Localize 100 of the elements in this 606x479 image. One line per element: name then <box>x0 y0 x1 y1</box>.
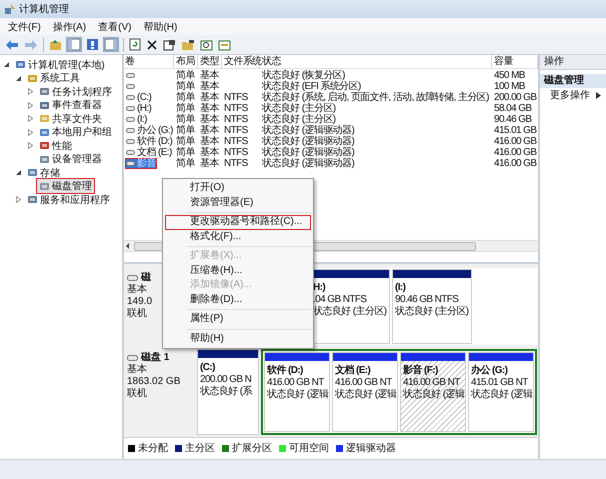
tree-item[interactable]: 服务和应用程序 <box>24 192 113 208</box>
collapsed-arrow-icon[interactable] <box>27 115 34 122</box>
table-cell[interactable]: (I:) <box>125 114 148 125</box>
folder-up-icon[interactable] <box>49 38 62 50</box>
tree-item[interactable]: 系统工具 <box>24 70 83 86</box>
collapsed-arrow-icon[interactable] <box>27 102 34 109</box>
table-cell: NTFS <box>224 92 248 103</box>
tree-item[interactable]: 设备管理器 <box>36 151 105 168</box>
collapsed-arrow-icon[interactable] <box>27 142 34 150</box>
tree-item[interactable]: 存储 <box>24 164 63 181</box>
tree-item[interactable]: 任务计划程序 <box>36 84 115 100</box>
table-cell-text: 简单 <box>175 92 196 103</box>
expanded-arrow-icon[interactable] <box>15 74 22 82</box>
table-cell-text: 基本 <box>199 125 220 136</box>
column-header[interactable]: 卷 <box>124 55 174 68</box>
close-icon[interactable] <box>146 38 158 50</box>
table-cell-text: 90.46 GB <box>493 114 532 125</box>
table-cell-text: 状态良好 (主分区) <box>261 114 336 125</box>
tree-item[interactable]: 计算机管理(本地) <box>12 56 108 73</box>
partition-size: 416.00 GB NT <box>266 377 324 388</box>
expanded-arrow-icon[interactable] <box>15 169 22 176</box>
table-cell-text: 416.00 GB <box>493 147 538 158</box>
column-header[interactable]: 文件系统 <box>222 55 260 68</box>
collapsed-arrow-icon[interactable] <box>27 88 34 96</box>
disk-size: 1863.02 GB <box>127 376 180 388</box>
menu-item[interactable]: 格式化(F)... <box>165 230 311 244</box>
table-cell[interactable]: 办公 (G:) <box>125 125 174 136</box>
table-cell-text: 基本 <box>199 81 220 92</box>
expanded-arrow-icon[interactable] <box>3 61 10 68</box>
panel-icon[interactable] <box>67 38 81 51</box>
table-cell-text: 基本 <box>199 103 220 114</box>
partition-name: 软件 (D:) <box>266 365 303 377</box>
menu-item[interactable]: 属性(P) <box>165 312 311 326</box>
table-cell-text: 简单 <box>175 81 196 92</box>
legend-label: 逻辑驱动器 <box>346 442 396 455</box>
menu-item[interactable]: 删除卷(D)... <box>165 292 311 307</box>
actions-section[interactable]: 磁盘管理 <box>540 74 606 88</box>
disk-status: 联机 <box>127 388 147 400</box>
scroll-left-arrow-icon[interactable] <box>124 242 132 250</box>
back-arrow-icon[interactable] <box>5 38 19 50</box>
partition-block[interactable]: 影音 (F:) 416.00 GB NT 状态良好 (逻辑 <box>400 352 466 432</box>
column-header[interactable]: 类型 <box>198 55 222 68</box>
menu-item[interactable]: 打开(O) <box>165 181 311 196</box>
partition-status: 状态良好 (主分区) <box>394 306 468 318</box>
table-cell-text: 简单 <box>175 125 196 136</box>
tree-item[interactable]: 本地用户和组 <box>36 124 115 140</box>
partition-block[interactable]: 软件 (D:) 416.00 GB NT 状态良好 (逻辑 <box>264 352 330 432</box>
table-cell-text: 基本 <box>199 147 220 158</box>
table-cell[interactable]: 软件 (D:) <box>125 136 174 147</box>
partition-status: 状态良好 (系 <box>199 386 252 398</box>
table-cell[interactable] <box>125 81 136 92</box>
menu-item[interactable]: 操作(A) <box>52 20 86 34</box>
partition-name: 影音 (F:) <box>402 365 438 377</box>
partition-block[interactable]: (I:) 90.46 GB NTFS 状态良好 (主分区) <box>392 269 472 344</box>
menu-item[interactable]: 资源管理器(E) <box>165 196 311 210</box>
table-cell[interactable]: (H:) <box>125 103 152 114</box>
menu-item[interactable]: 压缩卷(H)... <box>165 264 311 278</box>
menu-item[interactable]: 更改驱动器号和路径(C)... <box>165 215 311 230</box>
disk-size: 149.0 <box>127 296 152 308</box>
partition-name: (C:) <box>199 362 215 374</box>
refresh-icon[interactable] <box>129 38 141 51</box>
partition-block[interactable]: 文档 (E:) 416.00 GB NT 状态良好 (逻辑 <box>332 352 398 432</box>
partition-block[interactable]: 办公 (G:) 415.01 GB NT 状态良好 (逻辑 <box>468 352 534 432</box>
table-cell-text: 简单 <box>175 70 196 81</box>
table-cell[interactable]: 文档 (E:) <box>125 147 173 158</box>
tree-item[interactable]: 事件查看器 <box>36 97 105 114</box>
open-folder-icon[interactable] <box>181 38 195 50</box>
action-link[interactable]: 更多操作 <box>550 88 590 102</box>
table-cell-text: 状态良好 (恢复分区) <box>261 70 346 81</box>
partition-block[interactable]: (C:) 200.00 GB N 状态良好 (系 <box>197 349 259 435</box>
column-header[interactable]: 容量 <box>492 55 538 68</box>
table-cell-text: 基本 <box>199 114 220 125</box>
properties-icon[interactable] <box>163 38 176 50</box>
partition-bar <box>333 353 397 361</box>
tree-item[interactable]: 共享文件夹 <box>36 110 105 127</box>
table-cell[interactable]: (C:) <box>125 92 152 103</box>
tree-item[interactable]: 性能 <box>36 138 75 154</box>
table-cell[interactable] <box>125 70 136 81</box>
partition-bar <box>469 353 533 361</box>
menu-item[interactable]: 文件(F) <box>8 20 41 34</box>
partition-name: (I:) <box>394 282 406 294</box>
app-icon <box>4 3 16 15</box>
arrow-icon <box>596 92 601 98</box>
collapsed-arrow-icon[interactable] <box>27 128 34 136</box>
column-header[interactable]: 布局 <box>174 55 198 68</box>
table-cell-text: 200.00 GB <box>493 92 538 103</box>
table-cell-text: 基本 <box>199 92 220 103</box>
menu-item[interactable]: 帮助(H) <box>143 20 178 34</box>
menu-item[interactable]: 查看(V) <box>98 20 132 34</box>
table-cell-text: 状态良好 (EFI 系统分区) <box>261 81 362 92</box>
collapsed-arrow-icon[interactable] <box>15 196 22 204</box>
panel-icon[interactable] <box>104 38 118 51</box>
legend-label: 主分区 <box>185 442 215 455</box>
table-cell-text: 简单 <box>175 158 196 169</box>
table-cell-text: 简单 <box>175 103 196 114</box>
tree-item[interactable]: 磁盘管理 <box>36 178 95 194</box>
table-cell: NTFS <box>224 147 248 158</box>
actions-header: 操作 <box>540 55 606 70</box>
drive-icon <box>127 275 138 281</box>
menu-item[interactable]: 帮助(H) <box>165 332 311 346</box>
